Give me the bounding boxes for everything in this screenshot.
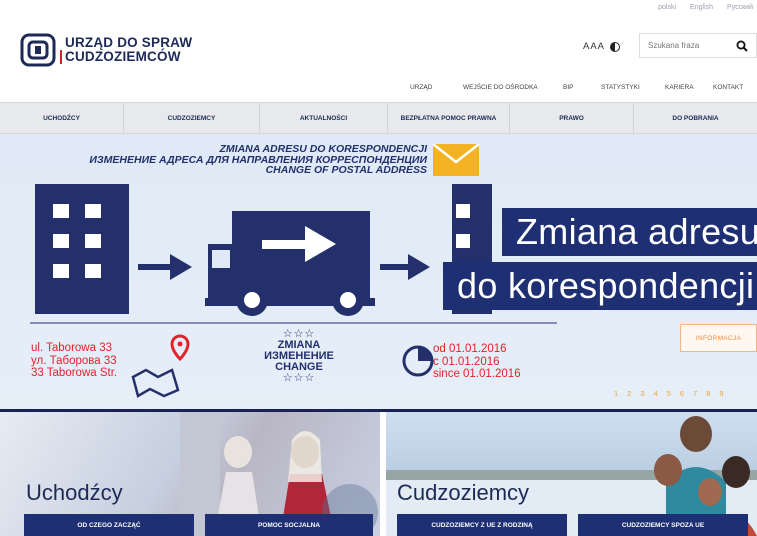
accessibility-tools: AAA (583, 41, 621, 52)
nav-pomoc-prawna[interactable]: BEZPŁATNA POMOC PRAWNA (388, 103, 510, 133)
slide-dot-7[interactable]: 7 (693, 389, 697, 398)
address-ru: ул. Таборова 33 (31, 354, 117, 367)
nav-cudzoziemcy[interactable]: CUDZOZIEMCY (124, 103, 260, 133)
lang-link-polski[interactable]: polski (658, 4, 676, 11)
banner-address: ul. Taborowa 33 ул. Таборова 33 33 Tabor… (31, 342, 117, 380)
main-nav: UCHODŹCY CUDZOZIEMCY AKTUALNOŚCI BEZPŁAT… (0, 102, 757, 134)
date-en: since 01.01.2016 (433, 368, 521, 380)
slide-dot-9[interactable]: 9 (719, 389, 723, 398)
slide-dot-2[interactable]: 2 (627, 389, 631, 398)
contrast-icon[interactable] (610, 41, 621, 52)
banner-heading: ZMIANA ADRESU DO KORESPONDENCJI ИЗМЕНЕНИ… (89, 144, 427, 176)
start-here-button[interactable]: OD CZEGO ZACZĄĆ (24, 514, 194, 536)
page: URZĄD DO SPRAW CUDZOZIEMCÓW polski Engli… (0, 0, 757, 536)
slide-dot-4[interactable]: 4 (654, 389, 658, 398)
logo-icon (20, 33, 56, 67)
refugees-title[interactable]: Uchodźcy (26, 480, 123, 506)
slider-pagination: 1 2 3 4 5 6 7 8 9 (614, 389, 724, 398)
subnav-urzad[interactable]: URZĄD (410, 84, 463, 91)
slide-dot-8[interactable]: 8 (706, 389, 710, 398)
subnav-kariera[interactable]: KARIERA (665, 84, 713, 91)
nav-prawo[interactable]: PRAWO (510, 103, 634, 133)
banner-dates: od 01.01.2016 с 01.01.2016 since 01.01.2… (433, 343, 521, 381)
foreigners-title[interactable]: Cudzoziemcy (397, 480, 529, 506)
slide-dot-3[interactable]: 3 (640, 389, 644, 398)
logo-text: URZĄD DO SPRAW CUDZOZIEMCÓW (60, 35, 193, 64)
subnav-statystyki[interactable]: STATYSTYKI (601, 84, 665, 91)
lang-link-english[interactable]: English (690, 4, 713, 11)
nav-do-pobrania[interactable]: DO POBRANIA (634, 103, 757, 133)
envelope-icon (433, 144, 479, 176)
banner-change-label: ☆☆☆ ZMIANA ИЗМЕНЕНИЕ CHANGE ☆☆☆ (248, 329, 350, 384)
subnav-bip[interactable]: BIP (563, 84, 601, 91)
eu-family-button[interactable]: CUDZOZIEMCY Z UE Z RODZINĄ (397, 514, 567, 536)
address-en: 33 Taborowa Str. (31, 367, 118, 379)
hero-banner[interactable]: ZMIANA ADRESU DO KORESPONDENCJI ИЗМЕНЕНИ… (0, 134, 757, 410)
banner-title-pl: ZMIANA ADRESU DO KORESPONDENCJI (219, 143, 428, 155)
social-help-button[interactable]: POMOC SOCJALNA (205, 514, 373, 536)
search-box (639, 33, 757, 58)
date-pl: od 01.01.2016 (433, 343, 507, 355)
logo-line-1: URZĄD DO SPRAW (65, 35, 193, 50)
lang-link-russian[interactable]: Русский (727, 4, 753, 11)
site-logo[interactable]: URZĄD DO SPRAW CUDZOZIEMCÓW (19, 32, 192, 68)
subnav-wejscie[interactable]: WEJŚCIE DO OŚRODKA (463, 84, 563, 91)
address-pl: ul. Taborowa 33 (31, 342, 112, 354)
nav-aktualnosci[interactable]: AKTUALNOŚCI (260, 103, 388, 133)
banner-big-line-1: Zmiana adresu (502, 208, 757, 256)
refugees-tile[interactable]: Uchodźcy OD CZEGO ZACZĄĆ POMOC SOCJALNA (0, 412, 380, 536)
nav-uchodzcy[interactable]: UCHODŹCY (0, 103, 124, 133)
slide-dot-5[interactable]: 5 (667, 389, 671, 398)
banner-title-en: CHANGE OF POSTAL ADDRESS (265, 164, 427, 176)
slide-dot-1[interactable]: 1 (614, 389, 618, 398)
secondary-nav: URZĄD WEJŚCIE DO OŚRODKA BIP STATYSTYKI … (410, 84, 757, 91)
logo-line-2: CUDZOZIEMCÓW (60, 50, 192, 64)
date-ru: с 01.01.2016 (433, 355, 500, 368)
stars-bottom-icon: ☆☆☆ (282, 372, 316, 384)
info-button[interactable]: INFORMACJA (680, 324, 757, 352)
search-input[interactable] (640, 41, 730, 50)
search-icon[interactable] (736, 40, 748, 52)
banner-big-line-2: do korespondencji (443, 262, 757, 310)
non-eu-button[interactable]: CUDZOZIEMCY SPOZA UE (578, 514, 748, 536)
foreigners-tile[interactable]: Cudzoziemcy CUDZOZIEMCY Z UE Z RODZINĄ C… (386, 412, 757, 536)
subnav-kontakt[interactable]: KONTAKT (713, 84, 757, 91)
slide-dot-6[interactable]: 6 (680, 389, 684, 398)
font-size-toggle[interactable]: AAA (583, 41, 605, 52)
language-links: polski English Русский (658, 4, 753, 11)
